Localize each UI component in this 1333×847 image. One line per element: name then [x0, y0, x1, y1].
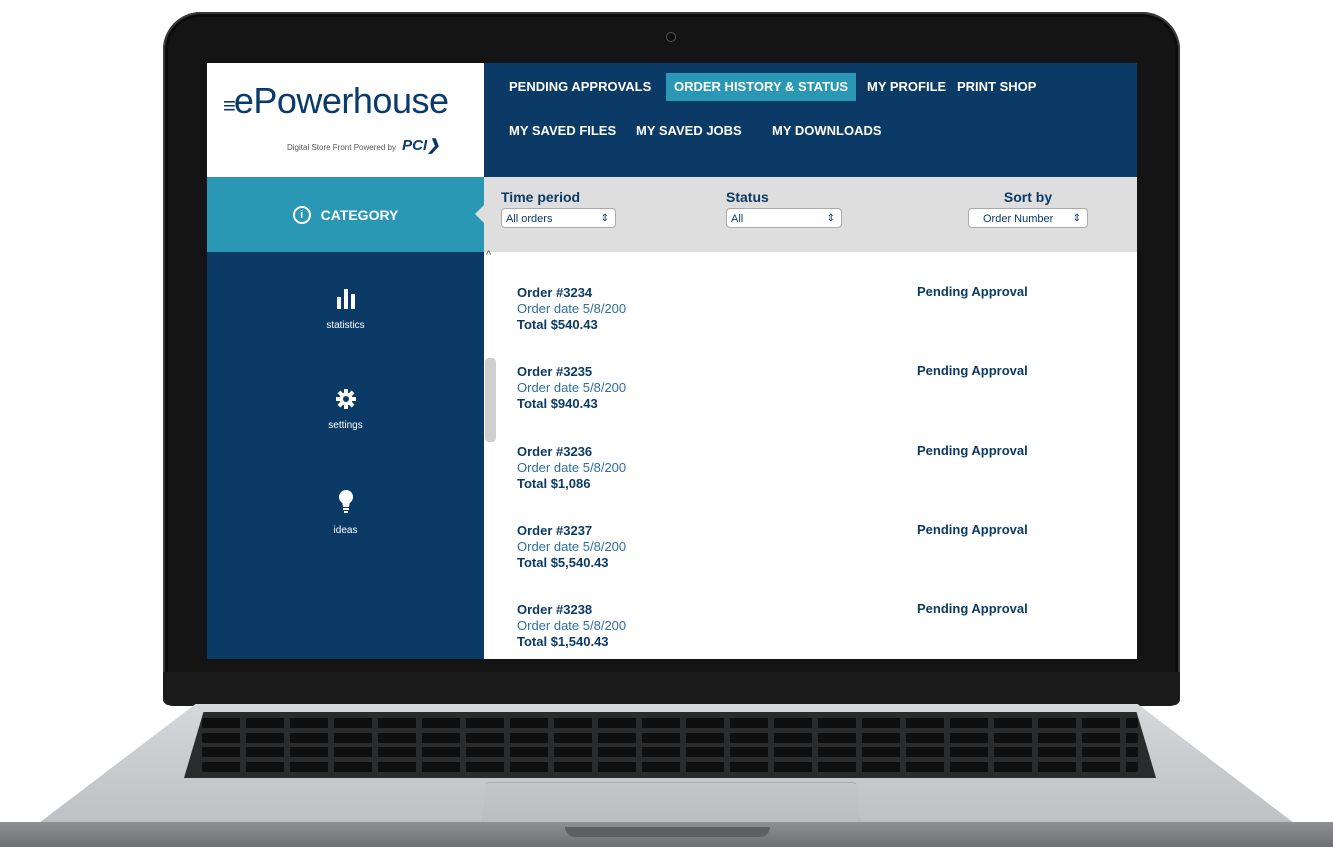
sidebar-item-label: settings — [328, 420, 363, 431]
time-period-filter: Time period All orders ⇕ — [501, 189, 616, 228]
up-down-chevron-icon: ⇕ — [826, 213, 835, 224]
order-date: Order date 5/8/200 — [517, 460, 627, 475]
screen: ≡ePowerhouse Digital Store Front Powered… — [207, 63, 1137, 659]
keyboard — [184, 712, 1156, 778]
gear-icon — [335, 389, 356, 409]
sidebar-item-label: ideas — [333, 525, 358, 536]
sidebar: i CATEGORY statistics settings ideas — [207, 177, 484, 659]
info-icon: i — [292, 205, 311, 224]
category-pointer-icon — [475, 205, 484, 223]
scrollbar-thumb[interactable] — [485, 358, 496, 442]
sort-by-value: Order Number — [983, 213, 1054, 225]
order-total: Total $5,540.43 — [517, 555, 609, 570]
scroll-up-arrow-icon[interactable]: ^ — [486, 249, 491, 261]
scrollbar[interactable]: ^ — [484, 249, 498, 659]
webcam — [666, 32, 676, 42]
status-filter: Status All ⇕ — [726, 189, 842, 228]
sidebar-item-statistics[interactable]: statistics — [207, 287, 484, 331]
logo-text: ePowerhouse — [233, 80, 449, 121]
status-value: All — [731, 213, 744, 225]
order-status: Pending Approval — [917, 601, 1028, 616]
sort-by-select[interactable]: Order Number ⇕ — [968, 208, 1088, 228]
order-status: Pending Approval — [917, 522, 1028, 537]
keyboard-row — [202, 747, 1138, 758]
nav-my-profile[interactable]: MY PROFILE — [859, 73, 954, 101]
up-down-chevron-icon: ⇕ — [600, 213, 609, 224]
sidebar-item-label: statistics — [326, 320, 365, 331]
order-date: Order date 5/8/200 — [517, 301, 627, 316]
sidebar-item-ideas[interactable]: ideas — [207, 490, 484, 536]
order-date: Order date 5/8/200 — [517, 380, 627, 395]
nav-order-history-status[interactable]: ORDER HISTORY & STATUS — [666, 73, 857, 101]
order-date: Order date 5/8/200 — [517, 618, 627, 633]
nav-my-saved-jobs[interactable]: MY SAVED JOBS — [628, 117, 750, 145]
nav-my-saved-files[interactable]: MY SAVED FILES — [501, 117, 624, 145]
filter-bar: Time period All orders ⇕ Status All ⇕ So… — [484, 177, 1137, 252]
sidebar-item-settings[interactable]: settings — [207, 389, 484, 431]
logo[interactable]: ≡ePowerhouse Digital Store Front Powered… — [207, 63, 484, 177]
order-total: Total $1,540.43 — [517, 634, 609, 649]
order-row[interactable]: Order #3235 Order date 5/8/200 Total $94… — [517, 363, 1117, 425]
tagline-text: Digital Store Front Powered by — [287, 143, 396, 152]
sort-by-label: Sort by — [1003, 189, 1053, 205]
order-total: Total $1,086 — [517, 476, 591, 491]
keyboard-row — [202, 761, 1138, 772]
order-status: Pending Approval — [917, 363, 1028, 378]
trackpad — [482, 782, 860, 827]
category-label: CATEGORY — [320, 206, 399, 223]
tagline-brand: PCI❯ — [402, 137, 440, 154]
order-list[interactable]: ^ Order #3234 Order date 5/8/200 Total $… — [484, 249, 1137, 659]
laptop-notch — [565, 827, 770, 837]
order-date: Order date 5/8/200 — [517, 539, 627, 554]
keyboard-row — [202, 718, 1138, 729]
sort-by-filter: Sort by Order Number ⇕ — [968, 189, 1088, 228]
nav-print-shop[interactable]: PRINT SHOP — [949, 73, 1044, 101]
category-button[interactable]: i CATEGORY — [207, 177, 484, 252]
up-down-chevron-icon: ⇕ — [1072, 213, 1081, 224]
logo-tagline: Digital Store Front Powered by PCI❯ — [287, 136, 440, 154]
order-total: Total $940.43 — [517, 396, 598, 411]
laptop-bezel-bottom — [163, 672, 1180, 706]
order-total: Total $540.43 — [517, 317, 598, 332]
order-row[interactable]: Order #3236 Order date 5/8/200 Total $1,… — [517, 443, 1117, 505]
time-period-value: All orders — [506, 213, 553, 225]
time-period-select[interactable]: All orders ⇕ — [501, 208, 616, 228]
order-status: Pending Approval — [917, 443, 1028, 458]
time-period-label: Time period — [501, 189, 581, 205]
nav-pending-approvals[interactable]: PENDING APPROVALS — [501, 73, 659, 101]
logo-wordmark: ≡ePowerhouse — [223, 80, 449, 122]
order-row[interactable]: Order #3237 Order date 5/8/200 Total $5,… — [517, 522, 1117, 584]
status-label: Status — [726, 189, 769, 205]
order-status: Pending Approval — [917, 284, 1028, 299]
bar-chart-icon — [336, 289, 355, 309]
keyboard-row — [202, 732, 1138, 743]
nav-my-downloads[interactable]: MY DOWNLOADS — [764, 117, 890, 145]
lightbulb-icon — [338, 490, 353, 513]
order-row[interactable]: Order #3238 Order date 5/8/200 Total $1,… — [517, 601, 1117, 659]
speed-lines-icon: ≡ — [223, 93, 236, 118]
top-navigation: PENDING APPROVALS ORDER HISTORY & STATUS… — [484, 63, 1137, 177]
status-select[interactable]: All ⇕ — [726, 208, 842, 228]
order-row[interactable]: Order #3234 Order date 5/8/200 Total $54… — [517, 284, 1117, 346]
